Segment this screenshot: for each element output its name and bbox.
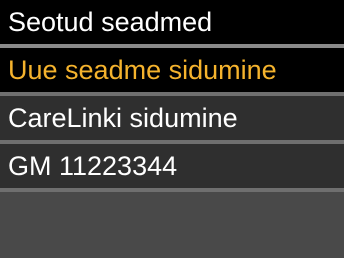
device-screen: Seotud seadmed Uue seadme sidumine CareL… [0, 0, 344, 258]
menu-divider [0, 140, 344, 144]
menu-item-paired-device[interactable]: GM 11223344 [0, 144, 344, 188]
menu-divider [0, 92, 344, 96]
menu-item-pair-carelink[interactable]: CareLinki sidumine [0, 96, 344, 140]
page-title: Seotud seadmed [0, 0, 344, 44]
empty-list-area [0, 192, 344, 258]
menu-item-pair-new-device[interactable]: Uue seadme sidumine [0, 48, 344, 92]
